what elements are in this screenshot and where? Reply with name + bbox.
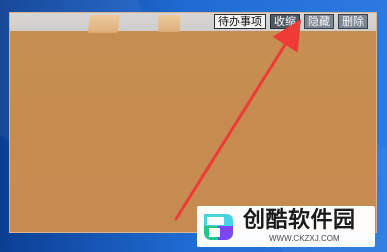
todo-button[interactable]: 待办事项 [214,14,266,29]
logo-watermark: 创酷软件园 WWW.CKZXJ.COM [197,206,375,247]
sticky-note-widget: 待办事项 收缩 隐藏 删除 [9,12,377,233]
small-note-thumbnail-right [158,15,180,32]
logo-url: WWW.CKZXJ.COM [269,234,340,243]
desktop-screen: 待办事项 收缩 隐藏 删除 创酷软件园 WWW.CKZXJ.COM [0,0,387,252]
widget-controls: 待办事项 收缩 隐藏 删除 [214,14,368,29]
small-note-thumbnail-left [87,15,121,33]
delete-button[interactable]: 删除 [338,14,368,29]
chuangku-logo-icon [204,214,233,240]
hide-button[interactable]: 隐藏 [304,14,334,29]
logo-title: 创酷软件园 [243,207,356,232]
collapse-button[interactable]: 收缩 [270,14,300,29]
